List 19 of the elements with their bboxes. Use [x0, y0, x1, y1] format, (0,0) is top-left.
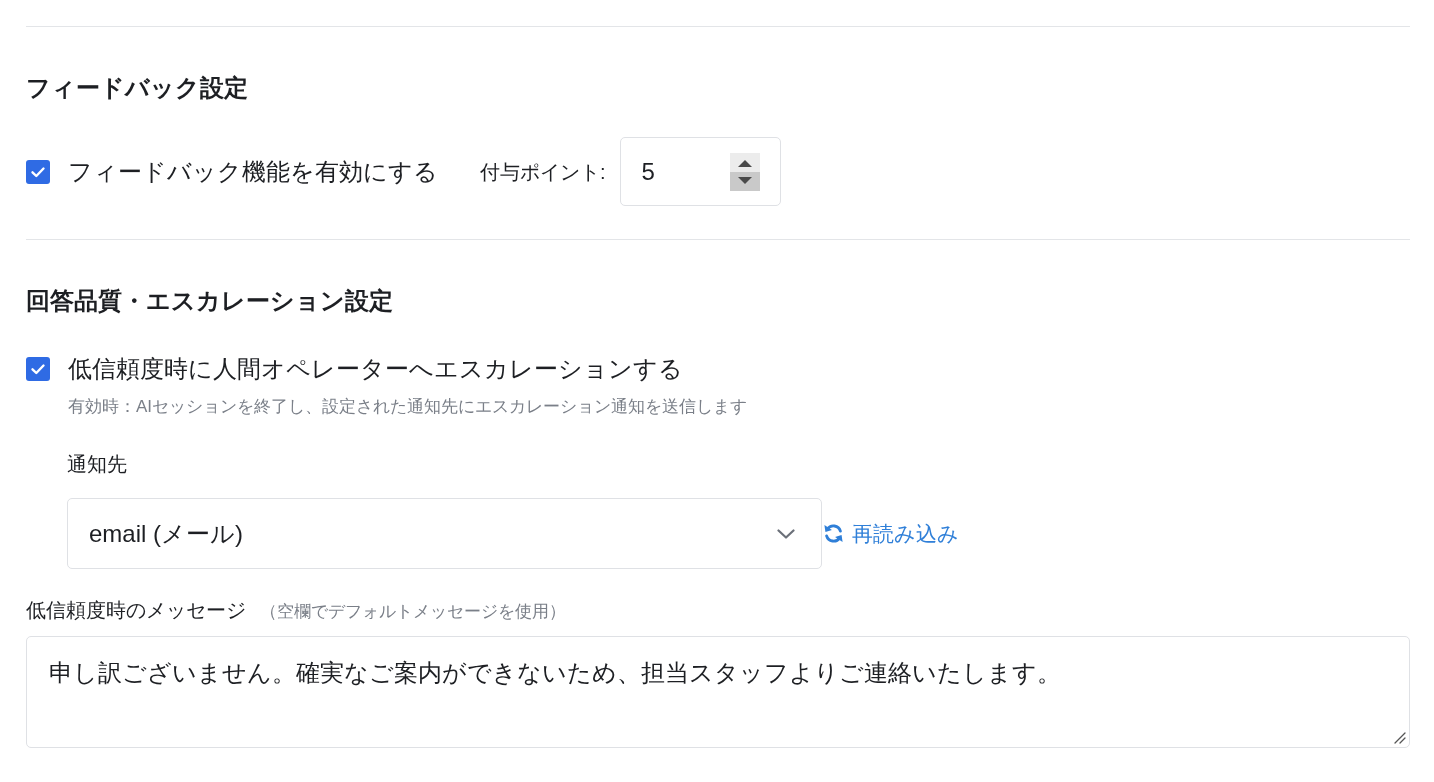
section-title: フィードバック設定 [26, 73, 249, 103]
chevron-down-icon [777, 528, 795, 539]
stepper-arrows-icon[interactable] [729, 152, 760, 191]
refresh-icon [822, 522, 845, 545]
message-textarea[interactable]: 申し訳ございません。確実なご案内ができないため、担当スタッフよりご連絡いたします。 [26, 636, 1410, 748]
field-hint: （空欄でデフォルトメッセージを使用） [260, 601, 566, 623]
checkbox[interactable] [26, 159, 50, 184]
section-title: 回答品質・エスカレーション設定 [26, 286, 394, 316]
checkbox[interactable] [26, 357, 50, 381]
checkbox-label: 低信頼度時に人間オペレーターへエスカレーションする [68, 354, 683, 384]
field-label: 付与ポイント: [480, 159, 606, 185]
reload-link[interactable]: 再読み込み [822, 519, 959, 548]
notify-select[interactable]: email (メール) [67, 498, 822, 569]
field-label: 通知先 [67, 452, 127, 477]
help-text: 有効時：AIセッションを終了し、設定された通知先にエスカレーション通知を送信します [68, 396, 749, 418]
checkbox-label: フィードバック機能を有効にする [68, 156, 438, 187]
number-input[interactable]: 5 [619, 137, 781, 206]
field-label: 低信頼度時のメッセージ [26, 598, 246, 623]
resize-grip-icon[interactable] [1394, 732, 1406, 744]
